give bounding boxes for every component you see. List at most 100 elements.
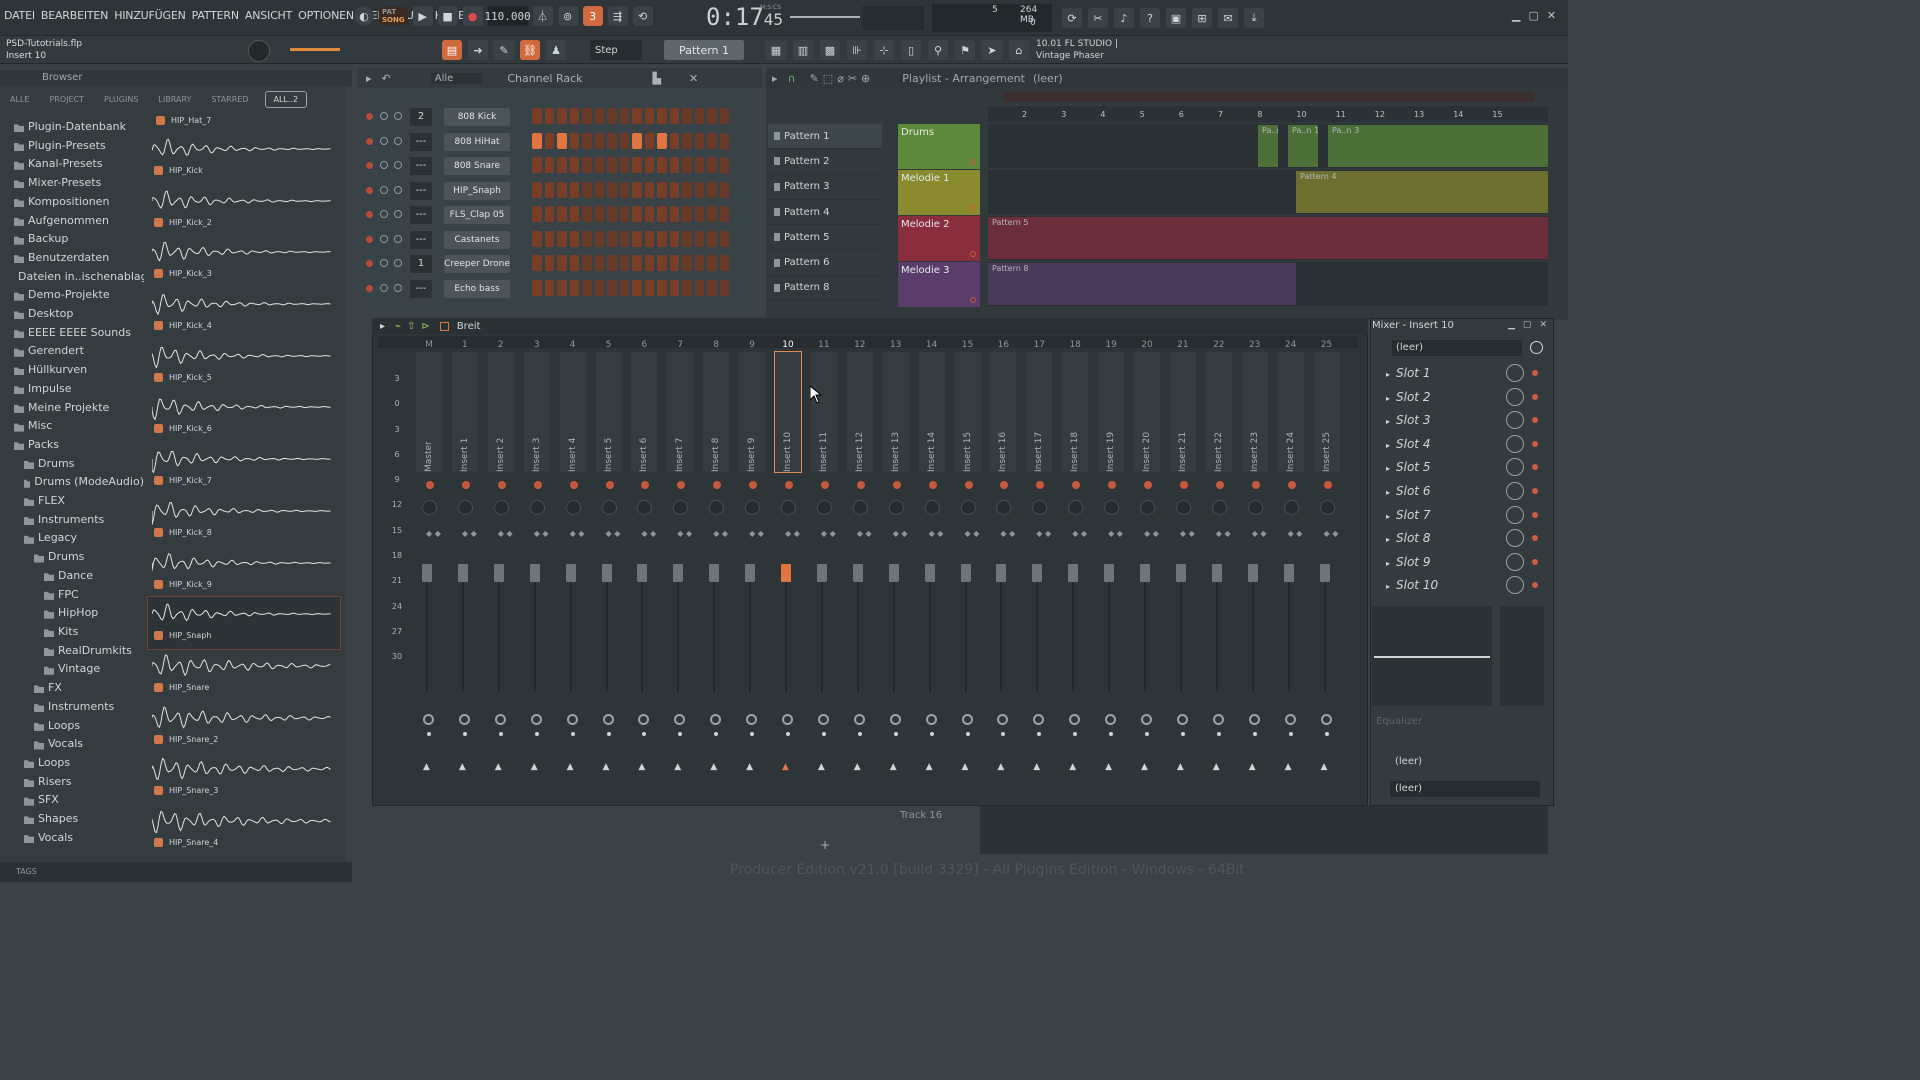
plugin-icon[interactable]: ⊞ [1192,8,1212,28]
strip-volume-fader[interactable] [601,564,612,582]
stereo-arrow-icon[interactable]: ◆ ◆ [1036,530,1051,538]
master-volume-knob[interactable]: ◐ [354,6,374,26]
step-button[interactable] [532,279,542,296]
sample-item[interactable]: HIP_Kick_4 [148,287,340,339]
strip-send-ring[interactable] [1033,714,1045,725]
tree-item[interactable]: Vocals [4,735,144,754]
stereo-arrow-icon[interactable]: ◆ ◆ [1072,530,1087,538]
insert-slot[interactable]: ▸ Slot 5 [1376,456,1540,478]
mixer-strip[interactable]: 10 Insert 10 ◆ ◆ ▲ [771,340,805,780]
strip-send-ring[interactable] [494,714,506,725]
eq-faders[interactable] [1500,606,1544,706]
strip-send-ring[interactable] [423,714,434,725]
pattern-item[interactable]: Pattern 8 [768,276,882,302]
step-button[interactable] [594,108,604,124]
strip-enable-led[interactable] [820,481,829,489]
slot-mix-knob[interactable] [1506,482,1524,500]
channel-mute-led[interactable] [366,235,373,243]
channel-volume-knob[interactable] [394,185,402,194]
step-button[interactable] [719,206,729,222]
step-button[interactable] [644,206,654,222]
step-button[interactable] [632,132,642,149]
tree-item[interactable]: Vintage [4,660,144,679]
strip-volume-fader[interactable] [1211,564,1222,582]
insert-slot[interactable]: ▸ Slot 1 [1376,362,1540,384]
pattern-item[interactable]: Pattern 6 [768,250,882,276]
playlist-tools[interactable]: ✎⬚⌀✂⊕ [810,72,875,85]
stereo-arrow-icon[interactable]: ◆ ◆ [1000,530,1015,538]
strip-enable-led[interactable] [677,481,686,489]
stereo-arrow-icon[interactable]: ◆ ◆ [929,530,944,538]
step-button[interactable] [707,279,717,296]
channel-row[interactable]: 1 Creeper Drone [360,253,760,275]
insert-maximize-icon[interactable]: ▢ [1523,320,1532,330]
strip-pan-knob[interactable] [565,500,581,515]
rack-close-icon[interactable]: ✕ [689,72,698,85]
strip-send-dot[interactable] [1037,732,1042,736]
microphone-icon[interactable]: ♪ [1114,8,1134,28]
strip-send-ring[interactable] [638,714,650,725]
insert-slot[interactable]: ▸ Slot 2 [1376,386,1540,408]
step-button[interactable] [619,206,629,222]
step-button[interactable] [644,279,654,296]
step-button[interactable] [569,108,579,124]
mixer-strip[interactable]: 3 Insert 3 ◆ ◆ ▲ [520,340,554,780]
route-arrow-icon[interactable]: ▲ [746,762,753,772]
stereo-arrow-icon[interactable]: ◆ ◆ [857,530,872,538]
pattern-selector[interactable]: Pattern 1 [664,40,744,60]
step-button[interactable] [694,132,704,149]
step-button[interactable] [669,181,679,198]
strip-pan-knob[interactable] [457,500,473,515]
strip-pan-knob[interactable] [601,500,617,515]
step-button[interactable] [607,279,617,296]
insert-slot[interactable]: ▸ Slot 4 [1376,433,1540,455]
strip-pan-knob[interactable] [1175,500,1191,515]
step-button[interactable] [632,255,642,271]
strip-volume-fader[interactable] [709,564,720,582]
sample-item[interactable]: HIP_Snare_2 [148,701,340,753]
slot-enable-led[interactable] [1532,582,1538,589]
step-button[interactable] [544,181,554,198]
step-button[interactable] [719,132,729,149]
channel-mute-led[interactable] [366,186,373,194]
strip-volume-fader[interactable] [781,564,791,582]
channel-row[interactable]: --- HIP_Snaph [360,180,760,202]
strip-enable-led[interactable] [1000,481,1009,489]
strip-pan-knob[interactable] [1104,500,1120,515]
step-button[interactable] [669,206,679,222]
stereo-arrow-icon[interactable]: ◆ ◆ [1144,530,1159,538]
tree-item[interactable]: Misc [4,417,144,436]
strip-send-dot[interactable] [893,732,898,736]
step-button[interactable] [707,255,717,271]
slot-enable-led[interactable] [1532,535,1538,542]
strip-volume-fader[interactable] [924,564,935,582]
route-arrow-icon[interactable]: ▲ [495,762,502,772]
tree-item[interactable]: Backup [4,230,144,249]
step-button[interactable] [619,132,629,149]
channel-pan-knob[interactable] [380,283,388,292]
help-icon[interactable]: ? [1140,8,1160,28]
mixer-strip[interactable]: 24 Insert 24 ◆ ◆ ▲ [1274,340,1308,780]
step-button[interactable] [669,279,679,296]
step-button[interactable] [694,230,704,247]
stereo-arrow-icon[interactable]: ◆ ◆ [821,530,836,538]
step-button[interactable] [607,181,617,198]
strip-enable-led[interactable] [1144,481,1152,489]
channel-volume-knob[interactable] [394,210,402,218]
tree-item[interactable]: Loops [4,717,144,736]
tree-item[interactable]: Demo-Projekte [4,286,144,305]
tree-item[interactable]: Kanal-Presets [4,155,144,174]
stereo-arrow-icon[interactable]: ◆ ◆ [785,530,800,538]
strip-send-dot[interactable] [1288,732,1293,736]
step-button[interactable] [557,255,567,271]
strip-send-dot[interactable] [1109,732,1114,736]
channel-mixer-target[interactable]: --- [410,206,432,224]
step-button[interactable] [544,255,554,271]
channel-pan-knob[interactable] [380,161,388,169]
step-button[interactable] [682,108,692,124]
strip-enable-led[interactable] [1072,481,1081,489]
step-button[interactable] [632,279,642,296]
mixer-tools[interactable]: ⌁⇧⊳ [395,321,436,332]
channel-mixer-target[interactable]: --- [410,157,432,175]
strip-pan-knob[interactable] [888,500,904,515]
